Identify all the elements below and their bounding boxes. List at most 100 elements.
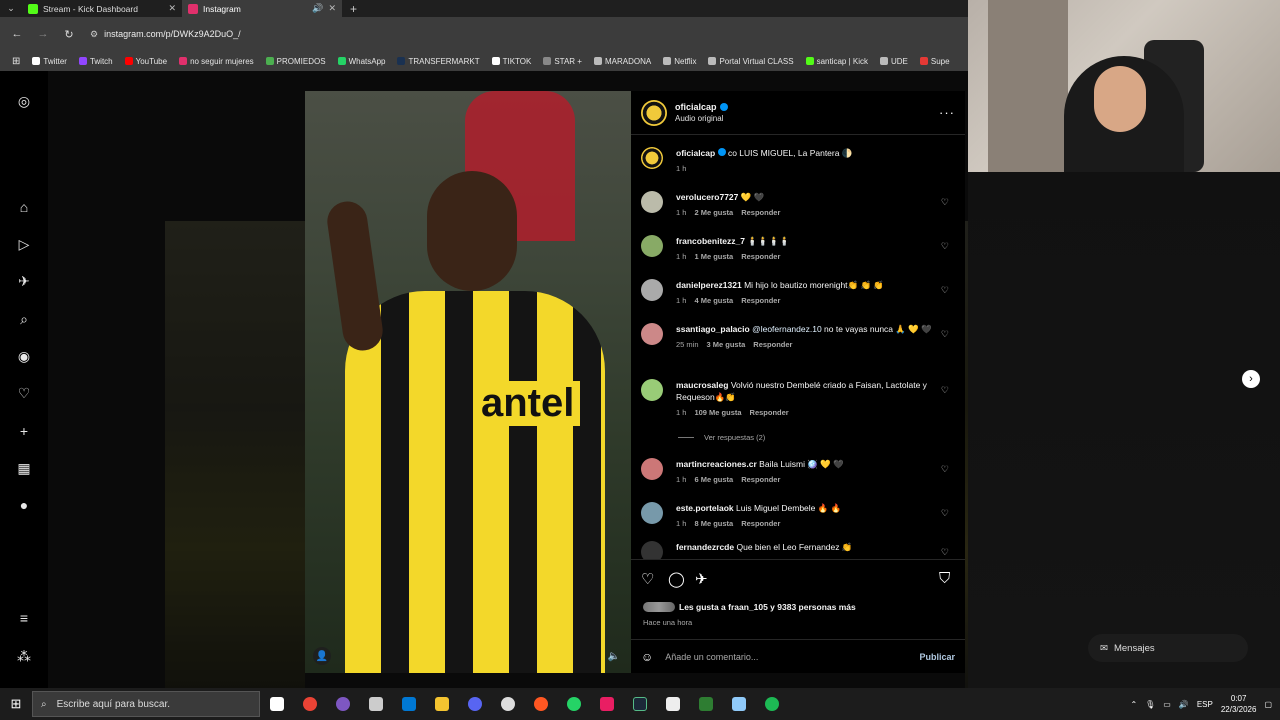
- copilot-icon[interactable]: [326, 688, 359, 720]
- comment-username[interactable]: francobenitezz_7: [676, 236, 745, 246]
- bookmark-transfermarkt[interactable]: TRANSFERMARKT: [391, 57, 485, 66]
- volume-icon[interactable]: 🔊: [1179, 700, 1189, 709]
- tab-audio-icon[interactable]: 🔊: [312, 3, 323, 14]
- reels-icon[interactable]: ▷: [14, 234, 34, 254]
- clock[interactable]: 0:07 22/3/2026: [1221, 693, 1257, 715]
- chevron-up-icon[interactable]: ⌃: [1130, 700, 1137, 709]
- notifications-icon[interactable]: ♡: [14, 383, 34, 403]
- avatar[interactable]: [641, 99, 667, 126]
- avatar[interactable]: [641, 458, 663, 480]
- url-field[interactable]: ⚙ instagram.com/p/DWKz9A2DuO_/: [84, 22, 962, 46]
- mute-icon[interactable]: 🔈: [605, 647, 623, 665]
- direct-icon[interactable]: ✈: [14, 271, 34, 291]
- bookmark-promiedos[interactable]: PROMIEDOS: [260, 57, 332, 66]
- likes-summary[interactable]: Les gusta a fraan_105 y 9383 personas má…: [643, 602, 856, 612]
- close-tab-icon[interactable]: ✕: [168, 3, 176, 14]
- comment-username[interactable]: martincreaciones.cr: [676, 459, 757, 469]
- avatar[interactable]: [641, 279, 663, 301]
- comment-username[interactable]: fernandezrcde: [676, 542, 734, 552]
- mention-link[interactable]: @leofernandez.10: [752, 324, 822, 334]
- avatar[interactable]: [641, 235, 663, 257]
- instagram-logo-icon[interactable]: ◎: [14, 91, 34, 111]
- bookmark-netflix[interactable]: Netflix: [657, 57, 702, 66]
- comment-likes[interactable]: 3 Me gusta: [707, 339, 746, 351]
- heart-icon[interactable]: ♡: [941, 285, 949, 296]
- reply-button[interactable]: Responder: [750, 407, 789, 419]
- comment-username[interactable]: danielperez1321: [676, 280, 742, 290]
- previous-post-preview[interactable]: [165, 221, 305, 688]
- heart-icon[interactable]: ♡: [941, 464, 949, 475]
- explore-icon[interactable]: ◉: [14, 346, 34, 366]
- heart-icon[interactable]: ♡: [941, 241, 949, 252]
- back-button[interactable]: ←: [6, 23, 28, 45]
- comment-likes[interactable]: 4 Me gusta: [694, 295, 733, 307]
- chrome-icon[interactable]: [293, 688, 326, 720]
- network-icon[interactable]: ▭: [1163, 700, 1171, 709]
- heart-icon[interactable]: ♡: [941, 508, 949, 519]
- audio-label[interactable]: Audio original: [675, 114, 939, 123]
- comment-username[interactable]: este.portelaok: [676, 503, 734, 513]
- avatar[interactable]: [641, 147, 663, 169]
- bookmark-maradona[interactable]: MARADONA: [588, 57, 657, 66]
- meta-apps-icon[interactable]: ⁂: [14, 646, 34, 666]
- reply-button[interactable]: Responder: [741, 251, 780, 263]
- avatar[interactable]: [641, 541, 663, 559]
- publish-button[interactable]: Publicar: [919, 652, 955, 662]
- new-tab-button[interactable]: +: [342, 2, 365, 16]
- discord-icon[interactable]: [458, 688, 491, 720]
- emoji-icon[interactable]: ☺: [641, 650, 653, 664]
- avatar[interactable]: [641, 502, 663, 524]
- language-indicator[interactable]: ESP: [1197, 700, 1213, 709]
- heart-icon[interactable]: ♡: [941, 547, 949, 558]
- brave-icon[interactable]: [524, 688, 557, 720]
- comment-icon[interactable]: ◯: [668, 570, 685, 588]
- app-icon[interactable]: [689, 688, 722, 720]
- whatsapp-icon[interactable]: [557, 688, 590, 720]
- messages-button[interactable]: ✉ Mensajes: [1088, 634, 1248, 662]
- comment-likes[interactable]: 109 Me gusta: [694, 407, 741, 419]
- view-replies-button[interactable]: Ver respuestas (2): [678, 433, 765, 442]
- heart-icon[interactable]: ♡: [941, 197, 949, 208]
- outlook-icon[interactable]: [392, 688, 425, 720]
- bookmark-portal[interactable]: Portal Virtual CLASS: [702, 57, 799, 66]
- app-icon[interactable]: [656, 688, 689, 720]
- comment-input[interactable]: Añade un comentario...: [665, 652, 919, 662]
- more-options-icon[interactable]: ···: [939, 105, 955, 120]
- bookmark-icon[interactable]: ⛉: [939, 570, 950, 587]
- bookmark-whatsapp[interactable]: WhatsApp: [332, 57, 392, 66]
- avatar[interactable]: [641, 191, 663, 213]
- bookmark-youtube[interactable]: YouTube: [119, 57, 173, 66]
- file-explorer-icon[interactable]: [425, 688, 458, 720]
- comment-likes[interactable]: 6 Me gusta: [694, 474, 733, 486]
- comment-username[interactable]: ssantiago_palacio: [676, 324, 750, 334]
- epic-games-icon[interactable]: [359, 688, 392, 720]
- forward-button[interactable]: →: [32, 23, 54, 45]
- bookmark-supe[interactable]: Supe: [914, 57, 956, 66]
- bookmark-no-seguir[interactable]: no seguir mujeres: [173, 57, 260, 66]
- reply-button[interactable]: Responder: [753, 339, 792, 351]
- notification-icon[interactable]: ▢: [1264, 700, 1272, 709]
- comment-username[interactable]: maucrosaleg: [676, 380, 728, 390]
- search-icon[interactable]: ⌕: [14, 309, 34, 329]
- tab-kick[interactable]: Stream - Kick Dashboard ✕: [22, 0, 182, 17]
- reload-button[interactable]: ↻: [58, 23, 80, 45]
- bookmark-ude[interactable]: UDE: [874, 57, 914, 66]
- tab-instagram[interactable]: Instagram 🔊 ✕: [182, 0, 342, 17]
- heart-icon[interactable]: ♡: [941, 385, 949, 396]
- site-info-icon[interactable]: ⚙: [90, 29, 98, 40]
- app-icon[interactable]: [590, 688, 623, 720]
- bookmark-twitch[interactable]: Twitch: [73, 57, 119, 66]
- next-post-button[interactable]: ›: [1242, 370, 1260, 388]
- bookmark-star[interactable]: STAR +: [537, 57, 588, 66]
- taskbar-search[interactable]: ⌕ Escribe aquí para buscar.: [32, 691, 260, 717]
- spotify-icon[interactable]: [755, 688, 788, 720]
- avatar[interactable]: [641, 379, 663, 401]
- post-image[interactable]: antel 👤 🔈: [305, 91, 631, 673]
- heart-icon[interactable]: ♡: [941, 329, 949, 340]
- windows-start-icon[interactable]: ⊞: [0, 688, 32, 720]
- caption-username[interactable]: oficialcap: [676, 148, 715, 158]
- obs-icon[interactable]: [491, 688, 524, 720]
- reply-button[interactable]: Responder: [741, 207, 780, 219]
- bookmark-twitter[interactable]: Twitter: [26, 57, 73, 66]
- user-tag-icon[interactable]: 👤: [313, 647, 331, 665]
